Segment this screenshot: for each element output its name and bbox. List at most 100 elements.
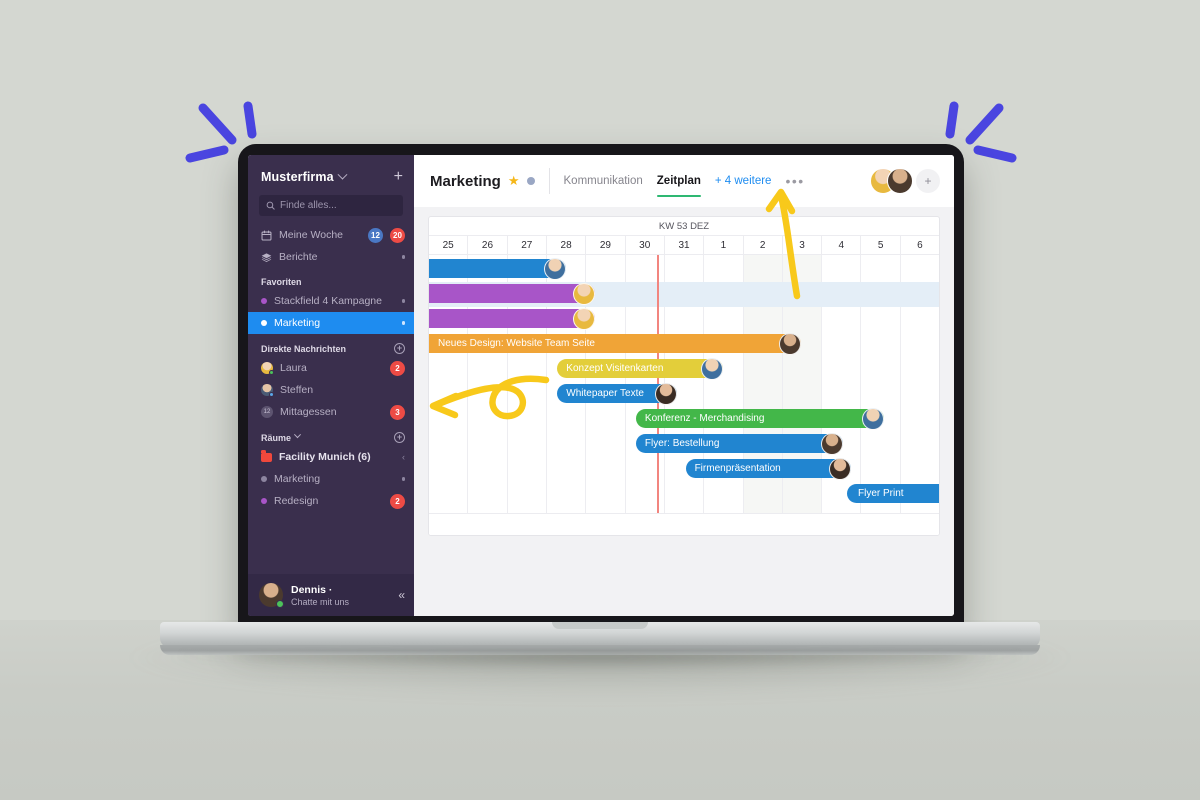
laptop-base-shadow (180, 652, 1020, 670)
day-cell: 29 (586, 236, 626, 254)
calendar-icon (261, 230, 272, 240)
unread-badge: 3 (390, 404, 405, 420)
app-screen: Musterfirma + Finde alles... Meine Woche… (248, 155, 954, 616)
gantt-task-bar[interactable] (429, 257, 566, 280)
sidebar: Musterfirma + Finde alles... Meine Woche… (248, 155, 414, 616)
gantt-grid: Neues Design: Website Team Seite Konzept … (429, 255, 939, 535)
divider (548, 168, 550, 194)
sidebar-item-label: Steffen (280, 384, 314, 396)
member-avatars: + (870, 168, 940, 194)
sidebar-item-laura[interactable]: Laura 2 (248, 357, 414, 379)
avatar (862, 407, 885, 430)
avatar (779, 332, 802, 355)
gantt-task-bar[interactable]: Flyer Print (846, 484, 939, 503)
avatar (572, 282, 595, 305)
search-icon (266, 201, 275, 210)
sidebar-section-raume: Räume + (248, 423, 414, 446)
plus-icon[interactable]: + (394, 169, 403, 185)
sidebar-section-favoriten: Favoriten (248, 268, 414, 290)
avatar[interactable] (887, 168, 913, 194)
star-icon[interactable]: ★ (508, 173, 520, 189)
gantt-task-bar[interactable] (429, 282, 595, 305)
sidebar-item-meine-woche[interactable]: Meine Woche 12 20 (248, 224, 414, 246)
day-cell: 1 (704, 236, 744, 254)
status-dot-icon (261, 320, 267, 326)
chevron-left-icon[interactable]: ‹ (402, 452, 405, 462)
sidebar-item-mittagessen[interactable]: 12 Mittagessen 3 (248, 401, 414, 423)
tab-more[interactable]: + 4 weitere (715, 155, 772, 207)
gantt-task-label: Firmenpräsentation (694, 463, 781, 474)
sidebar-item-steffen[interactable]: Steffen (248, 379, 414, 401)
day-cell: 30 (626, 236, 665, 254)
avatar (543, 257, 566, 280)
day-cell: 6 (917, 240, 923, 251)
add-member-button[interactable]: + (916, 169, 940, 193)
sidebar-item-label: Redesign (274, 495, 319, 507)
sidebar-section-direkte-nachrichten: Direkte Nachrichten + (248, 334, 414, 357)
gantt-task-bar[interactable]: Konferenz - Merchandising (635, 407, 885, 430)
page-title: Marketing (430, 172, 501, 190)
sidebar-item-stackfield-4-kampagne[interactable]: Stackfield 4 Kampagne (248, 290, 414, 312)
gantt-task-label: Konzept Visitenkarten (566, 363, 664, 374)
group-avatar: 12 (261, 406, 273, 418)
current-user-subtitle: Chatte mit uns (291, 596, 350, 607)
gantt-task-bar[interactable]: Whitepaper Texte (557, 382, 678, 405)
workspace-switcher[interactable]: Musterfirma (261, 169, 348, 184)
gantt-task-bar[interactable] (429, 307, 595, 330)
plus-circle-icon[interactable]: + (394, 432, 405, 443)
gantt-task-bar[interactable]: Firmenpräsentation (685, 457, 852, 480)
unread-badge: 2 (390, 493, 405, 509)
project-topbar: Marketing ★ Kommunikation Zeitplan + 4 w… (414, 155, 954, 207)
unread-dot-icon (401, 477, 405, 481)
gantt-chart[interactable]: KW 53 DEZ 25 26 27 28 29 30 31 1 2 3 4 5 (428, 216, 940, 536)
avatar (829, 457, 852, 480)
day-header-row: 25 26 27 28 29 30 31 1 2 3 4 5 6 (429, 236, 939, 255)
sidebar-item-facility-munich[interactable]: Facility Munich (6) ‹ (248, 446, 414, 468)
day-cell: 26 (468, 236, 508, 254)
folder-icon (261, 450, 272, 462)
gantt-task-bar[interactable]: Konzept Visitenkarten (557, 357, 723, 380)
gantt-footer (429, 513, 939, 535)
avatar (259, 583, 284, 608)
sidebar-item-marketing-room[interactable]: Marketing (248, 468, 414, 490)
unread-dot-icon (401, 299, 405, 303)
day-cell: 4 (822, 236, 862, 254)
project-status-dot-icon (526, 177, 535, 185)
search-input[interactable]: Finde alles... (259, 195, 403, 216)
chevron-double-left-icon[interactable]: « (398, 588, 405, 602)
laptop-mockup: Musterfirma + Finde alles... Meine Woche… (0, 0, 1200, 800)
section-title: Direkte Nachrichten (261, 343, 347, 354)
gantt-task-bar[interactable]: Flyer: Bestellung (635, 432, 843, 455)
sidebar-item-label: Meine Woche (279, 229, 344, 241)
sidebar-item-marketing-favorite[interactable]: Marketing (248, 312, 414, 334)
sidebar-item-label: Berichte (279, 251, 318, 263)
current-user-panel[interactable]: Dennis · Chatte mit uns « (248, 574, 414, 616)
week-label: KW 53 DEZ (429, 217, 939, 236)
unread-badge-red: 20 (390, 227, 405, 243)
sidebar-item-berichte[interactable]: Berichte (248, 246, 414, 268)
chevron-down-icon (293, 431, 302, 439)
sidebar-item-label: Facility Munich (6) (279, 451, 371, 463)
layers-icon (261, 252, 272, 262)
sidebar-item-label: Marketing (274, 317, 321, 329)
unread-dot-icon (401, 321, 405, 325)
current-user-name: Dennis · (291, 583, 333, 596)
main-content: Marketing ★ Kommunikation Zeitplan + 4 w… (414, 155, 954, 616)
tab-kommunikation[interactable]: Kommunikation (564, 155, 643, 207)
status-dot-icon (261, 298, 267, 304)
tab-zeitplan[interactable]: Zeitplan (656, 155, 701, 207)
plus-circle-icon[interactable]: + (394, 343, 405, 354)
away-status-icon (269, 392, 274, 397)
search-placeholder: Finde alles... (280, 200, 337, 211)
gantt-task-bar[interactable]: Neues Design: Website Team Seite (429, 332, 802, 355)
avatar (261, 362, 274, 375)
day-cell: 28 (547, 236, 587, 254)
sidebar-item-label: Mittagessen (280, 406, 337, 418)
ellipsis-icon[interactable]: ••• (785, 173, 804, 189)
gantt-task-label: Whitepaper Texte (566, 388, 644, 399)
online-status-icon (269, 370, 274, 375)
avatar (700, 357, 723, 380)
sidebar-item-redesign[interactable]: Redesign 2 (248, 490, 414, 512)
collapse-dot-icon (401, 255, 405, 259)
chevron-down-icon (337, 169, 348, 180)
